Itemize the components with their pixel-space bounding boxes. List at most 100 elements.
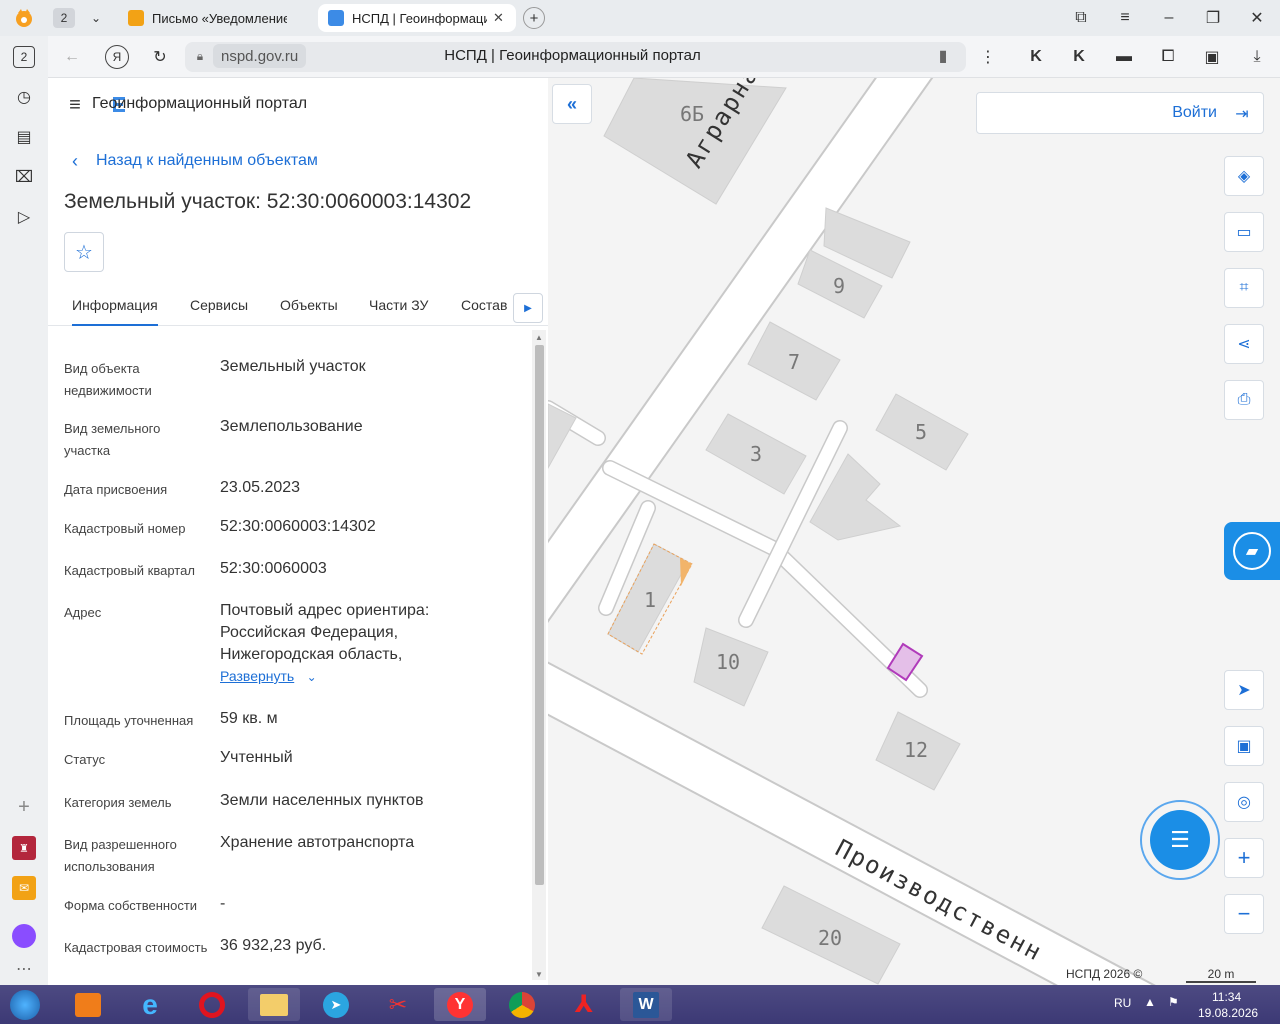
extension-k2-icon[interactable]: K [1067,45,1091,69]
scroll-up-icon[interactable]: ▲ [533,331,545,343]
restore-icon[interactable]: ❐ [1202,7,1224,29]
row-label: Вид объекта недвижимости [64,361,152,398]
taskbar-yandex[interactable]: Y [434,988,486,1021]
tab-info[interactable]: Информация [72,297,158,326]
select-area-button[interactable]: ⌗ [1224,268,1264,308]
building-number: 7 [788,350,801,374]
scrollbar-thumb[interactable] [535,345,544,885]
geolocation-button[interactable]: ◎ [1224,782,1264,822]
zoom-in-button[interactable]: + [1224,838,1264,878]
chevron-left-icon[interactable]: ‹ [68,151,82,171]
favorite-button[interactable]: ☆ [64,232,104,272]
expand-address[interactable]: Развернуть ⌄ [220,668,317,686]
tab-services[interactable]: Сервисы [190,297,248,313]
star-icon: ☆ [75,241,93,264]
zoom-out-button[interactable]: − [1224,894,1264,934]
folder-icon [260,993,288,1016]
minimize-icon[interactable]: – [1158,7,1180,29]
history-icon[interactable]: ◷ [13,86,35,108]
opera-icon [199,991,225,1018]
screenshot-icon[interactable]: ⌧ [13,166,35,188]
taskbar-media-player[interactable] [62,988,114,1021]
download-icon[interactable]: ⤓ [1245,45,1269,69]
login-button[interactable]: Войти ⇥ [976,92,1264,134]
minimap-button[interactable]: ▣ [1224,726,1264,766]
tabs-count-icon[interactable]: 2 [13,46,35,68]
action-center-icon[interactable]: ⚑ [1168,995,1179,1009]
clock-date[interactable]: 19.08.2026 [1198,1006,1258,1020]
bookmark-icon[interactable]: ▮ [934,46,952,66]
double-chevron-left-icon: « [566,93,577,114]
row-value: Учтенный [220,749,293,766]
tabs-scroll-right-button[interactable]: ▶ [513,293,543,323]
expand-link[interactable]: Развернуть [220,668,294,684]
taskbar-chrome[interactable] [496,988,548,1021]
taskbar-ie[interactable]: e [124,988,176,1021]
taskbar-acrobat[interactable]: ⅄ [558,988,610,1021]
add-icon[interactable]: + [13,796,35,818]
row-value: 52:30:0060003:14302 [220,518,376,535]
taskbar-tool[interactable]: ✂ [372,988,424,1021]
tab-counter[interactable]: 2 [53,8,75,28]
row-value: 23.05.2023 [220,479,301,496]
clock-time[interactable]: 11:34 [1212,990,1241,1004]
browser-logo-icon[interactable] [10,5,38,31]
tab-objects[interactable]: Объекты [280,297,338,313]
taskbar-telegram[interactable]: ➤ [310,988,362,1021]
language-indicator[interactable]: RU [1114,996,1131,1010]
page-title-display: НСПД | Геоинформационный портал [444,47,701,64]
folder-widget[interactable]: ▰ [1224,522,1280,580]
menu-icon[interactable]: ≡ [1114,7,1136,29]
browser-sidebar: 2 ◷ ▤ ⌧ ▷ + ♜ ✉ ⋯ [0,36,48,986]
bookmark-tabs-icon[interactable]: ⧉ [1070,7,1092,29]
more-icon[interactable]: ⋯ [13,958,35,980]
extension-puzzle-icon[interactable]: ⧠ [1156,45,1180,69]
collapse-panel-button[interactable]: « [552,84,592,124]
back-to-results-link[interactable]: Назад к найденным объектам [96,152,318,170]
collections-icon[interactable]: ▤ [13,126,35,148]
close-tab-icon[interactable]: ✕ [493,10,504,26]
row-label: Площадь уточненная [64,713,194,728]
chat-icon: ☰ [1150,810,1210,870]
tab-composition[interactable]: Состав [461,297,507,313]
tab-parts[interactable]: Части ЗУ [369,297,428,313]
yandex-icon[interactable]: Я [105,45,129,69]
video-icon[interactable]: ▷ [13,206,35,228]
taskbar-opera[interactable] [186,988,238,1021]
extension-k-icon[interactable]: K [1024,45,1048,69]
pdf-icon: ⅄ [574,991,594,1018]
share-button[interactable]: ⋖ [1224,324,1264,364]
layers-button[interactable]: ◈ [1224,156,1264,196]
taskbar-explorer[interactable] [248,988,300,1021]
print-button[interactable]: ⎙ [1224,380,1264,420]
extension-pdf-icon[interactable]: ▣ [1200,45,1224,69]
tray-expand-icon[interactable]: ▲ [1144,995,1156,1009]
measure-button[interactable]: ▭ [1224,212,1264,252]
close-window-icon[interactable]: ✕ [1246,7,1268,29]
reload-icon[interactable]: ↻ [148,45,172,69]
row-label: Форма собственности [64,898,198,913]
row-label: Кадастровый квартал [64,563,195,578]
chat-button[interactable]: ☰ [1140,800,1220,880]
scroll-down-icon[interactable]: ▼ [533,968,545,980]
parcel-corner-orange [680,558,692,586]
locate-button[interactable]: ➤ [1224,670,1264,710]
tab-nspd[interactable]: НСПД | Геоинформацио ✕ [318,4,516,32]
chevron-down-icon: ⌄ [306,670,317,684]
row-label: Кадастровый номер [64,521,186,536]
taskbar-word[interactable]: W [620,988,672,1021]
start-button[interactable] [2,987,48,1023]
info-row: Категория земель Земли населенных пункто… [64,784,524,819]
back-arrow-icon[interactable]: ← [60,45,84,69]
app-mail-icon[interactable]: ✉ [12,876,36,900]
extension-hat-icon[interactable]: ▬ [1112,45,1136,69]
hamburger-icon[interactable]: ≡ [64,94,86,116]
app-gerb-icon[interactable]: ♜ [12,836,36,860]
new-tab-icon[interactable]: + [523,7,545,29]
app-alice-icon[interactable] [12,924,36,948]
more-vertical-icon[interactable]: ⋮ [976,45,1000,69]
tab-mail[interactable]: Письмо «Уведомление о [118,4,313,32]
url-host[interactable]: nspd.gov.ru [213,44,307,68]
minimap-icon: ▣ [1236,738,1252,755]
chevron-down-icon[interactable]: ⌄ [86,8,106,28]
